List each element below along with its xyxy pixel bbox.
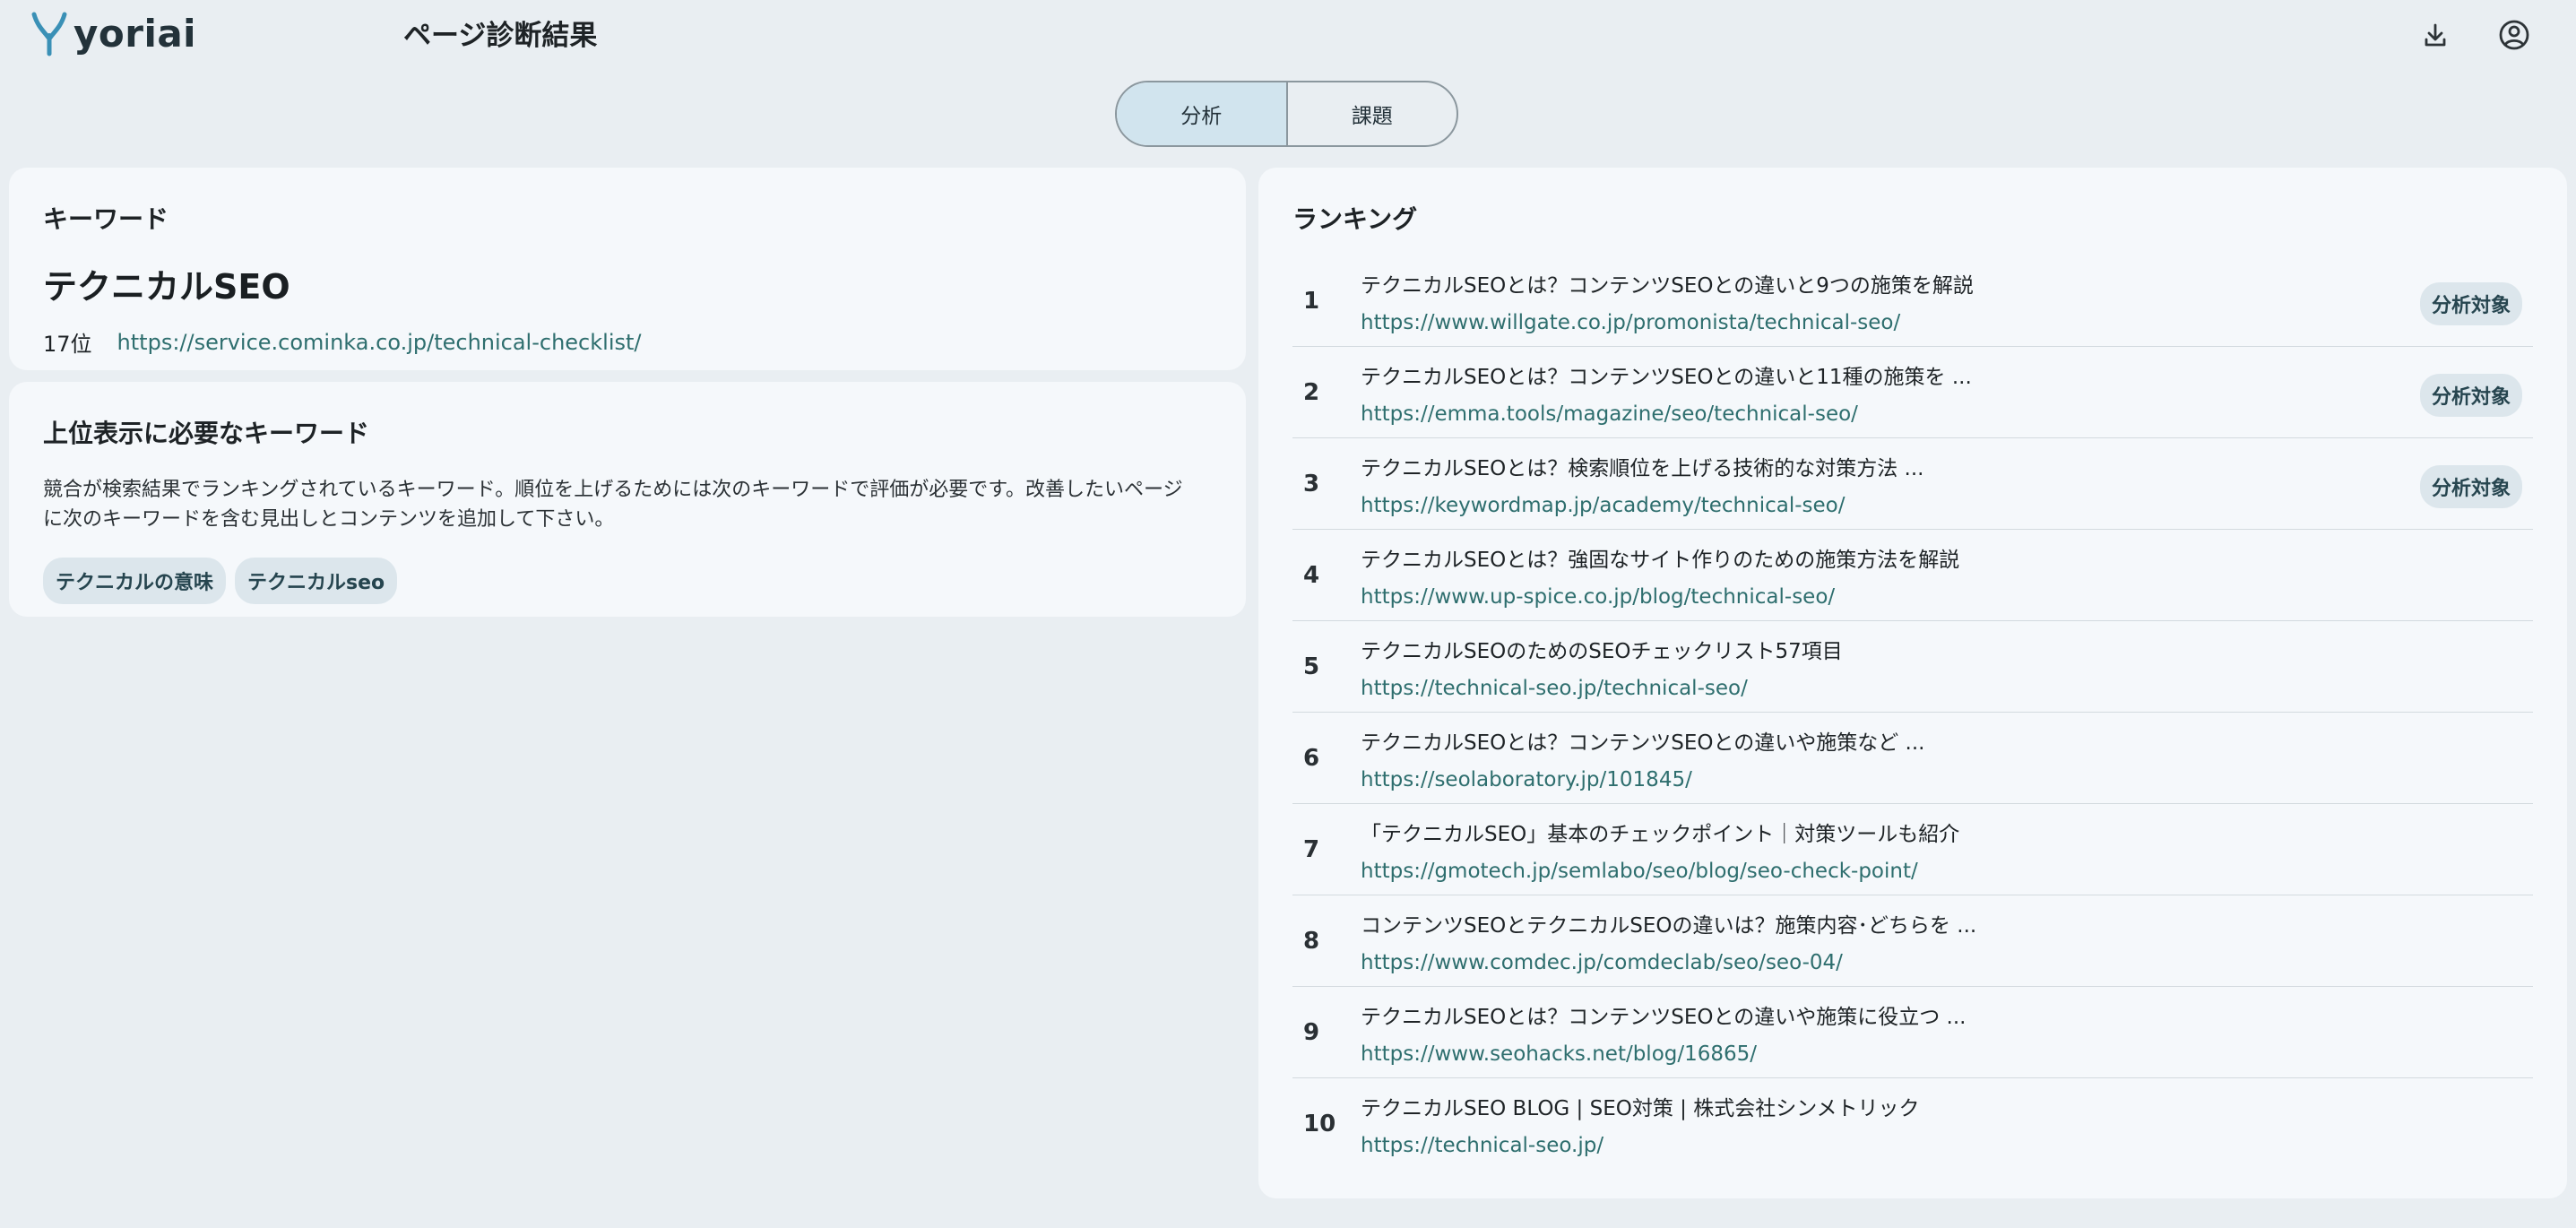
rank-number: 5: [1303, 653, 1320, 680]
rank-body: テクニカルSEOとは？コンテンツSEOとの違いと9つの施策を解説 https:/…: [1361, 268, 2533, 334]
keyword-rank-line: 17位 https://service.cominka.co.jp/techni…: [43, 326, 1212, 358]
rank-title: テクニカルSEOとは？コンテンツSEOとの違いや施策など ...: [1361, 731, 1925, 755]
ranking-row: 5 テクニカルSEOのためのSEOチェックリスト57項目 https://tec…: [1292, 621, 2533, 713]
keyword-chip[interactable]: テクニカルの意味: [43, 558, 227, 604]
rank-body: テクニカルSEO BLOG | SEO対策 | 株式会社シンメトリック http…: [1361, 1091, 2533, 1157]
rank-number: 4: [1303, 561, 1320, 589]
account-button[interactable]: [2494, 14, 2535, 56]
ranking-row: 9 テクニカルSEOとは？コンテンツSEOとの違いや施策に役立つ ... htt…: [1292, 987, 2533, 1078]
analysis-target-badge: 分析対象: [2419, 374, 2522, 417]
rank-body: テクニカルSEOのためのSEOチェックリスト57項目 https://techn…: [1361, 634, 2533, 700]
rank-url-link[interactable]: https://keywordmap.jp/academy/technical-…: [1361, 494, 2533, 517]
rank-url-link[interactable]: https://www.up-spice.co.jp/blog/technica…: [1361, 585, 2533, 609]
download-button[interactable]: [2415, 14, 2456, 56]
download-icon: [2425, 23, 2446, 47]
rank-url-link[interactable]: https://emma.tools/magazine/seo/technica…: [1361, 402, 2533, 426]
rank-number: 10: [1303, 1111, 1336, 1137]
rank-title: テクニカルSEOとは？コンテンツSEOとの違いや施策に役立つ ...: [1361, 1005, 1967, 1029]
rank-title: テクニカルSEOとは？強固なサイト作りのための施策方法を解説: [1361, 548, 1960, 572]
rank-number: 8: [1303, 927, 1320, 955]
ranking-row: 4 テクニカルSEOとは？強固なサイト作りのための施策方法を解説 https:/…: [1292, 530, 2533, 621]
rank-url-link[interactable]: https://www.willgate.co.jp/promonista/te…: [1361, 311, 2533, 334]
ranking-row: 6 テクニカルSEOとは？コンテンツSEOとの違いや施策など ... https…: [1292, 713, 2533, 804]
rank-title: テクニカルSEOとは？コンテンツSEOとの違いと11種の施策を ...: [1361, 365, 1972, 389]
ranking-card: ランキング 1 テクニカルSEOとは？コンテンツSEOとの違いと9つの施策を解説…: [1258, 168, 2567, 1198]
top-bar: yoriai ページ診断結果: [0, 0, 2576, 72]
rank-body: 「テクニカルSEO」基本のチェックポイント｜対策ツールも紹介 https://g…: [1361, 817, 2533, 883]
needed-keywords-heading: 上位表示に必要なキーワード: [43, 419, 370, 448]
ranking-row: 3 テクニカルSEOとは？検索順位を上げる技術的な対策方法 ... https:…: [1292, 438, 2533, 530]
rank-url-link[interactable]: https://www.seohacks.net/blog/16865/: [1361, 1042, 2533, 1066]
keyword-value: テクニカルSEO: [43, 267, 290, 307]
keyword-card: キーワード テクニカルSEO 17位 https://service.comin…: [9, 168, 1246, 370]
keyword-page-url-link[interactable]: https://service.cominka.co.jp/technical-…: [117, 330, 642, 355]
rank-body: テクニカルSEOとは？コンテンツSEOとの違いと11種の施策を ... http…: [1361, 359, 2533, 426]
rank-number: 2: [1303, 378, 1320, 406]
tab-analysis[interactable]: 分析: [1117, 82, 1286, 145]
needed-keywords-card: 上位表示に必要なキーワード 競合が検索結果でランキングされているキーワード。順位…: [9, 382, 1246, 617]
ranking-row: 8 コンテンツSEOとテクニカルSEOの違いは？施策内容･どちらを ... ht…: [1292, 895, 2533, 987]
rank-body: テクニカルSEOとは？強固なサイト作りのための施策方法を解説 https://w…: [1361, 542, 2533, 609]
rank-title: テクニカルSEOのためのSEOチェックリスト57項目: [1361, 639, 1843, 663]
rank-url-link[interactable]: https://technical-seo.jp/: [1361, 1134, 2533, 1157]
rank-title: テクニカルSEOとは？コンテンツSEOとの違いと9つの施策を解説: [1361, 273, 1974, 298]
ranking-row: 7 「テクニカルSEO」基本のチェックポイント｜対策ツールも紹介 https:/…: [1292, 804, 2533, 895]
account-circle-icon: [2499, 20, 2529, 50]
rank-body: コンテンツSEOとテクニカルSEOの違いは？施策内容･どちらを ... http…: [1361, 908, 2533, 974]
analysis-target-badge: 分析対象: [2419, 282, 2522, 325]
rank-title: コンテンツSEOとテクニカルSEOの違いは？施策内容･どちらを ...: [1361, 913, 1977, 938]
rank-title: 「テクニカルSEO」基本のチェックポイント｜対策ツールも紹介: [1361, 822, 1960, 846]
rank-number: 1: [1303, 287, 1320, 315]
rank-body: テクニカルSEOとは？コンテンツSEOとの違いや施策など ... https:/…: [1361, 725, 2533, 791]
ranking-list: 1 テクニカルSEOとは？コンテンツSEOとの違いと9つの施策を解説 https…: [1292, 255, 2533, 1170]
rank-number: 7: [1303, 835, 1320, 863]
rank-number: 9: [1303, 1018, 1320, 1046]
logo-text: yoriai: [73, 11, 197, 56]
ranking-row: 2 テクニカルSEOとは？コンテンツSEOとの違いと11種の施策を ... ht…: [1292, 347, 2533, 438]
analysis-target-badge: 分析対象: [2419, 465, 2522, 508]
view-tabs: 分析 課題: [1115, 81, 1458, 147]
rank-number: 6: [1303, 744, 1320, 772]
tab-issues[interactable]: 課題: [1285, 82, 1457, 145]
keyword-chip[interactable]: テクニカルseo: [235, 558, 398, 604]
ranking-row: 10 テクニカルSEO BLOG | SEO対策 | 株式会社シンメトリック h…: [1292, 1078, 2533, 1170]
rank-url-link[interactable]: https://gmotech.jp/semlabo/seo/blog/seo-…: [1361, 860, 2533, 883]
rank-body: テクニカルSEOとは？検索順位を上げる技術的な対策方法 ... https://…: [1361, 451, 2533, 517]
rank-number: 3: [1303, 470, 1320, 497]
ranking-row: 1 テクニカルSEOとは？コンテンツSEOとの違いと9つの施策を解説 https…: [1292, 255, 2533, 347]
logo[interactable]: yoriai: [29, 9, 196, 57]
rank-url-link[interactable]: https://www.comdec.jp/comdeclab/seo/seo-…: [1361, 951, 2533, 974]
keyword-heading: キーワード: [43, 204, 169, 234]
ranking-heading: ランキング: [1292, 204, 1418, 234]
rank-title: テクニカルSEO BLOG | SEO対策 | 株式会社シンメトリック: [1361, 1097, 1920, 1120]
page-title: ページ診断結果: [403, 20, 598, 52]
rank-url-link[interactable]: https://seolaboratory.jp/101845/: [1361, 768, 2533, 791]
rank-title: テクニカルSEOとは？検索順位を上げる技術的な対策方法 ...: [1361, 456, 1924, 480]
keyword-chips: テクニカルの意味 テクニカルseo: [43, 558, 1212, 604]
yoriai-logo-icon: [31, 12, 67, 56]
needed-keywords-description: 競合が検索結果でランキングされているキーワード。順位を上げるためには次のキーワー…: [43, 479, 1183, 531]
rank-url-link[interactable]: https://technical-seo.jp/technical-seo/: [1361, 677, 2533, 700]
rank-body: テクニカルSEOとは？コンテンツSEOとの違いや施策に役立つ ... https…: [1361, 999, 2533, 1066]
keyword-position: 17位: [43, 332, 92, 357]
